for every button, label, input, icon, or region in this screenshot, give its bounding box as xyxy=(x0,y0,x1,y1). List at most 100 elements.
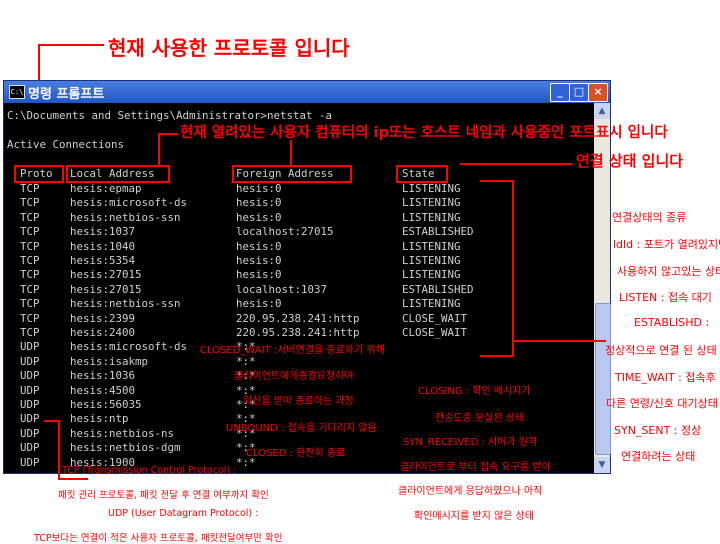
row-foreign: localhost:27015 xyxy=(236,225,334,239)
console-icon: C:\ xyxy=(9,85,25,99)
row-proto: UDP xyxy=(20,412,40,426)
scroll-down-icon[interactable]: ▼ xyxy=(594,457,610,473)
row-proto: UDP xyxy=(20,455,40,469)
scroll-up-icon[interactable]: ▲ xyxy=(594,103,610,119)
tcp-udp-line: UDP (User Datagram Protocol) : xyxy=(108,508,259,519)
address-annotation: 현재 열려있는 사용자 컴퓨터의 ip또는 호스트 네임과 사용중인 포트표시 … xyxy=(180,125,668,141)
row-local: hesis:microsoft-ds xyxy=(70,196,188,210)
window-title: 명령 프롬프트 xyxy=(28,87,105,102)
state-bracket-arrow xyxy=(514,340,606,342)
state-type-line: 정상적으로 연결 된 상태 xyxy=(605,344,717,357)
header-state-box xyxy=(396,165,448,183)
row-foreign: 220.95.238.241:http xyxy=(236,311,360,325)
row-foreign: hesis:0 xyxy=(236,268,282,282)
udp-bracket-h xyxy=(44,420,58,422)
state-type-line: 연결하려는 상태 xyxy=(621,450,696,463)
tcp-udp-line: TCP보다는 연결이 적은 사용자 프로토콜, 패킷전달여부만 확인 xyxy=(34,532,283,544)
row-foreign: 220.95.238.241:http xyxy=(236,326,360,339)
row-state: LISTENING xyxy=(402,239,461,253)
row-state: LISTENING xyxy=(402,182,461,195)
udp-bracket-h2 xyxy=(58,478,88,480)
row-state: LISTENING xyxy=(402,254,461,267)
row-proto: TCP xyxy=(20,311,40,325)
title-bar[interactable]: C:\ 명령 프롬프트 _ □ × xyxy=(4,81,610,103)
row-proto: UDP xyxy=(20,369,40,383)
closing-line: CLOSING : 확인 메시지가 xyxy=(418,386,531,397)
state-annotation: 연결 상태 입니다 xyxy=(576,152,684,170)
protocol-connector-h xyxy=(38,44,104,46)
state-type-line: SYN_SENT : 정상 xyxy=(614,423,702,437)
closed-note: CLOSED : 완전히 종료 xyxy=(246,448,346,459)
close-button[interactable]: × xyxy=(588,83,608,102)
scroll-thumb[interactable] xyxy=(595,303,611,455)
row-local: hesis:netbios-ssn xyxy=(70,210,181,224)
row-local: hesis:56035 xyxy=(70,398,142,411)
maximize-button[interactable]: □ xyxy=(569,83,589,102)
row-proto: UDP xyxy=(20,354,40,368)
row-foreign: hesis:0 xyxy=(236,182,282,195)
syn-received-line: SYN_RECEIVED : 서버가 원격 xyxy=(403,437,538,448)
row-local: hesis:netbios-ssn xyxy=(70,297,181,311)
row-state: LISTENING xyxy=(402,196,461,210)
row-foreign: hesis:0 xyxy=(236,239,282,253)
active-connections-label: Active Connections xyxy=(7,138,125,151)
row-proto: UDP xyxy=(20,383,40,397)
row-foreign: hesis:0 xyxy=(236,196,282,210)
row-proto: UDP xyxy=(20,340,40,354)
row-local: hesis:1036 xyxy=(70,369,136,383)
row-proto: TCP xyxy=(20,282,40,296)
unbound-note: UNBOUND : 접속을 기다리지 않음 xyxy=(226,423,377,434)
tcp-udp-line: TCP (Transmission Control Protocol) : xyxy=(62,465,237,476)
row-proto: TCP xyxy=(20,239,40,253)
state-bracket-bottom xyxy=(480,355,514,357)
row-local: hesis:2399 xyxy=(70,311,136,325)
row-state: LISTENING xyxy=(402,210,461,224)
row-local: hesis:2400 xyxy=(70,326,136,339)
row-local: hesis:netbios-ns xyxy=(70,426,175,440)
state-type-line: ldld : 포트가 열려있지만 xyxy=(613,238,720,251)
row-proto: TCP xyxy=(20,225,40,239)
row-foreign: hesis:0 xyxy=(236,210,282,224)
row-proto: TCP xyxy=(20,196,40,210)
header-proto-box xyxy=(14,165,64,183)
tcp-udp-line: 패킷 관리 프로토콜, 패킷 전달 후 연결 여부까지 확인 xyxy=(58,489,269,501)
closed-wait-line: 회신을 받아 종료하는 과정 xyxy=(243,396,354,407)
row-local: hesis:5354 xyxy=(70,254,136,267)
row-proto: TCP xyxy=(20,210,40,224)
row-foreign: hesis:0 xyxy=(236,254,282,267)
state-type-line: LISTEN : 접속 대기 xyxy=(619,291,712,304)
row-local: hesis:netbios-dgm xyxy=(70,441,181,455)
state-type-line: ESTABLISHD : xyxy=(634,315,710,329)
row-local: hesis:epmap xyxy=(70,182,142,195)
udp-bracket-v xyxy=(58,420,60,480)
row-state: ESTABLISHED xyxy=(402,282,474,296)
row-foreign: hesis:0 xyxy=(236,297,282,311)
syn-received-line: 클라이언트에게 응답하였으나 아직 xyxy=(398,486,543,497)
address-connector-v1 xyxy=(158,133,160,165)
row-local: hesis:microsoft-ds xyxy=(70,340,188,354)
row-state: LISTENING xyxy=(402,297,461,311)
row-proto: TCP xyxy=(20,182,40,195)
row-local: hesis:1037 xyxy=(70,225,136,239)
row-local: hesis:27015 xyxy=(70,268,142,282)
minimize-button[interactable]: _ xyxy=(550,83,570,102)
row-foreign: localhost:1037 xyxy=(236,282,328,296)
row-state: ESTABLISHED xyxy=(402,225,474,239)
row-state: CLOSE_WAIT xyxy=(402,311,468,325)
closed-wait-line: CLOSED_WAIT :서버연결을 종료하기 위해 xyxy=(200,345,385,356)
row-state: CLOSE_WAIT xyxy=(402,326,468,339)
header-local-box xyxy=(66,165,170,183)
header-foreign-box xyxy=(232,165,352,183)
row-local: hesis:ntp xyxy=(70,412,129,426)
state-type-line: 다른 연령/신호 대기상태 xyxy=(606,397,718,410)
row-local: hesis:4500 xyxy=(70,383,136,397)
row-proto: UDP xyxy=(20,398,40,411)
row-proto: UDP xyxy=(20,426,40,440)
state-types-title: 연결상태의 종류 xyxy=(612,211,687,224)
state-connector xyxy=(460,163,572,165)
state-type-line: 사용하지 않고있는 상태 xyxy=(617,264,720,278)
row-proto: TCP xyxy=(20,297,40,311)
row-proto: TCP xyxy=(20,268,40,282)
row-state: LISTENING xyxy=(402,268,461,282)
address-connector-v2 xyxy=(290,140,292,165)
